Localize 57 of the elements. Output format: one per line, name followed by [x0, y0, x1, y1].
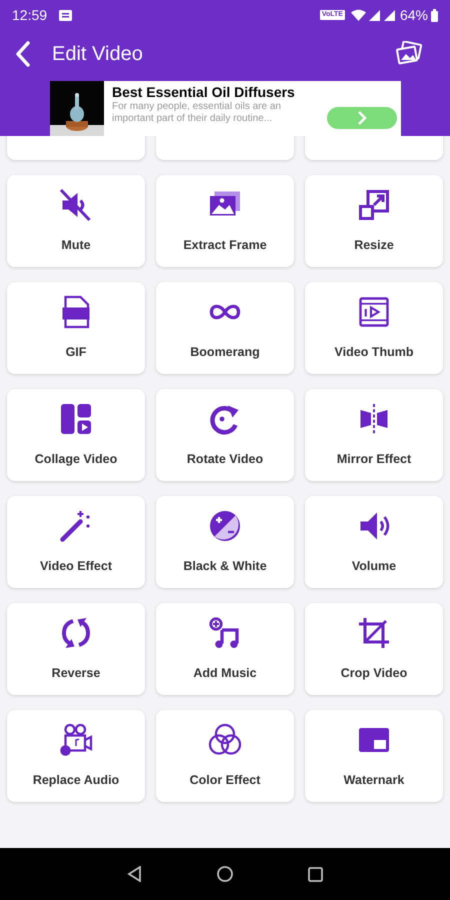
- tool-card[interactable]: Reverse: [7, 603, 145, 695]
- tool-card[interactable]: Mirror Effect: [305, 389, 443, 481]
- tool-label: Black & White: [183, 558, 267, 574]
- tool-card[interactable]: Mute: [7, 175, 145, 267]
- tool-label: Mute: [61, 237, 91, 253]
- screen-title: Edit Video: [52, 42, 143, 67]
- signal-icon: [368, 10, 380, 20]
- tool-label: Replace Audio: [32, 772, 120, 788]
- tool-card[interactable]: Video Effect: [7, 496, 145, 588]
- tool-label: Resize: [354, 237, 394, 253]
- tool-label: Add Music: [193, 665, 257, 681]
- battery-icon: [431, 8, 438, 22]
- tool-label: Color Effect: [190, 772, 260, 788]
- tool-label: Rotate Video: [186, 451, 264, 467]
- tool-card[interactable]: Black & White: [156, 496, 294, 588]
- battery-level: 64%: [400, 6, 428, 24]
- tool-label: Video Thumb: [334, 344, 414, 360]
- tool-label: Collage Video: [34, 451, 118, 467]
- tool-card[interactable]: Volume: [305, 496, 443, 588]
- tool-card[interactable]: Resize: [305, 175, 443, 267]
- ad-title: Best Essential Oil Diffusers: [112, 84, 296, 101]
- tool-card[interactable]: Crop Video: [305, 603, 443, 695]
- home-nav-icon[interactable]: [217, 866, 234, 882]
- back-icon: [15, 41, 31, 67]
- resize-icon: [356, 187, 392, 223]
- video-camera-music-icon: [58, 722, 94, 758]
- tool-card[interactable]: Add Music: [156, 603, 294, 695]
- chevron-icon: [357, 111, 367, 125]
- signal-icon: [384, 10, 395, 20]
- ad-banner[interactable]: Best Essential Oil Diffusers For many people, essential oils are an important part of their daily routine...: [50, 81, 401, 136]
- tool-label: Volume: [352, 558, 396, 574]
- tool-card[interactable]: Color Effect: [156, 710, 294, 802]
- recents-nav-icon[interactable]: [308, 866, 323, 882]
- tool-label: Crop Video: [340, 665, 408, 681]
- tool-label: GIF: [66, 344, 86, 360]
- tool-label: Waternark: [344, 772, 404, 788]
- crop-icon: [356, 615, 392, 651]
- tool-card[interactable]: GIF: [7, 282, 145, 374]
- contrast-icon: [207, 508, 243, 544]
- wifi-icon: [350, 9, 366, 21]
- back-nav-icon[interactable]: [127, 866, 144, 882]
- tool-card[interactable]: Boomerang: [156, 282, 294, 374]
- tool-card[interactable]: Extract Frame: [156, 175, 294, 267]
- notification-icon: [59, 10, 72, 20]
- tool-label: Video Effect: [40, 558, 112, 574]
- tool-label: Mirror Effect: [336, 451, 412, 467]
- tool-card[interactable]: Collage Video: [7, 389, 145, 481]
- tool-card[interactable]: Waternark: [305, 710, 443, 802]
- tool-label: Extract Frame: [183, 237, 267, 253]
- status-time: 12:59: [12, 6, 48, 24]
- tool-card[interactable]: Replace Audio: [7, 710, 145, 802]
- tool-card[interactable]: Video Thumb: [305, 282, 443, 374]
- tool-card[interactable]: Rotate Video: [156, 389, 294, 481]
- ad-text: For many people, essential oils are an important part of their daily routine...: [112, 101, 282, 125]
- tool-label: Boomerang: [190, 344, 260, 360]
- tool-label: Reverse: [52, 665, 100, 681]
- collage-icon: [58, 401, 94, 437]
